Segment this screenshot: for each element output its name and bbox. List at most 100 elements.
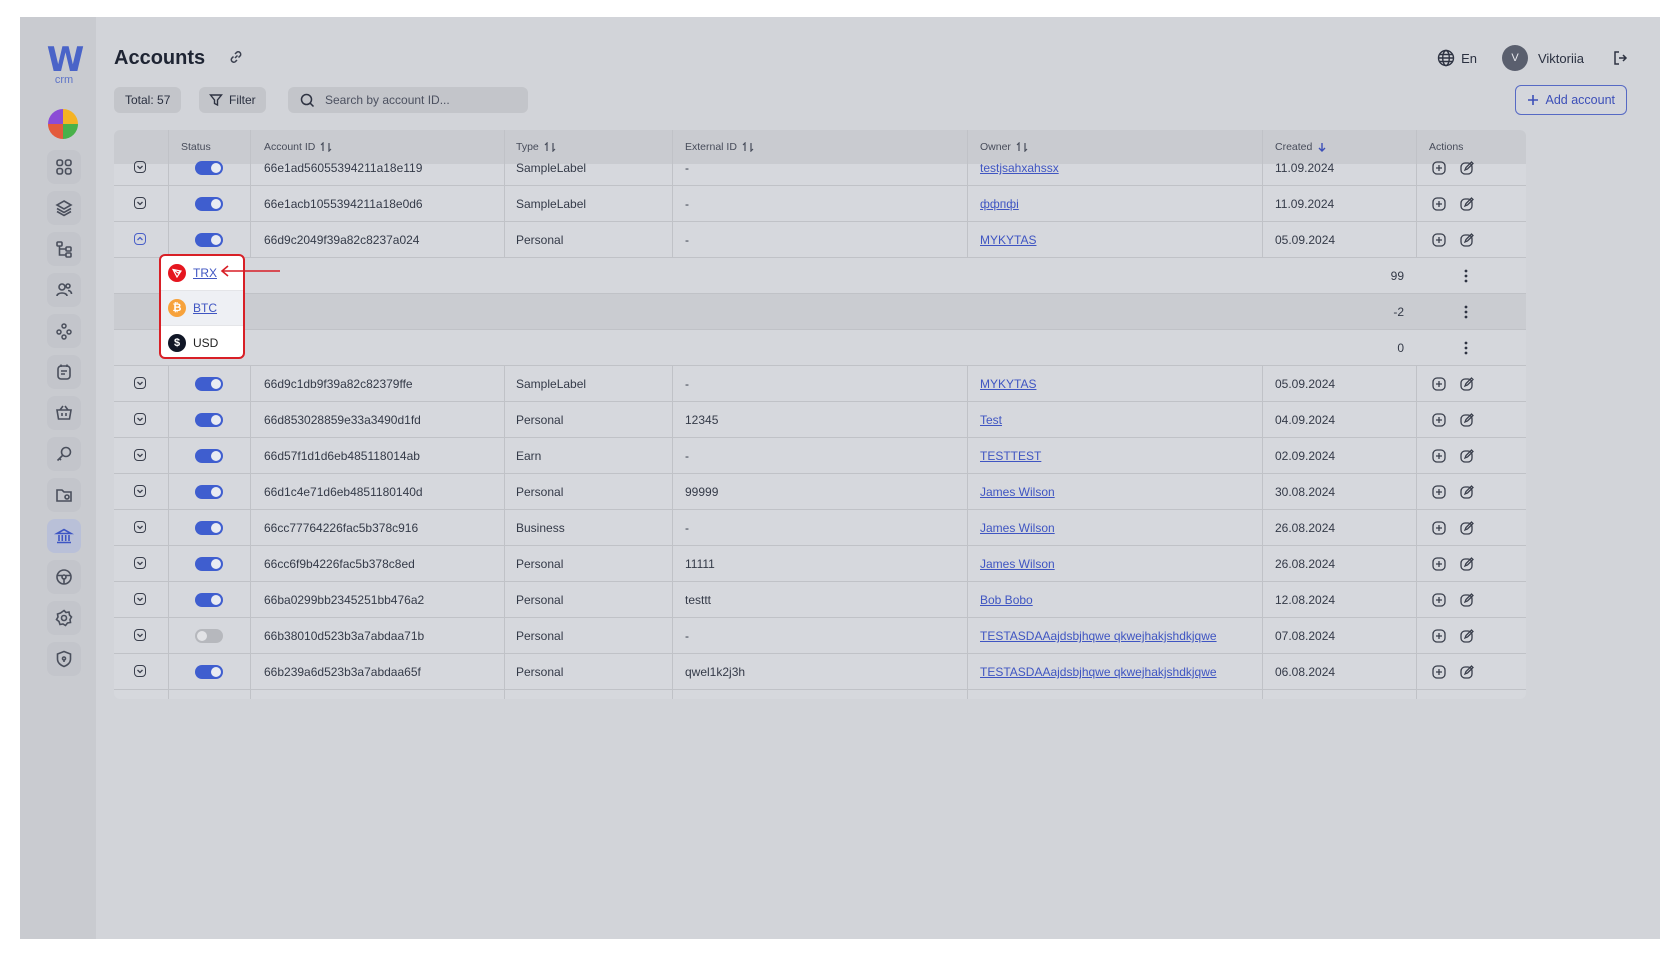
add-wallet-add-circle-icon[interactable] [1432,197,1446,211]
status-toggle[interactable] [195,197,223,211]
expand-row-chevron-down-icon[interactable] [134,593,146,605]
nav-notes-icon[interactable] [47,355,81,389]
owner-cell-link[interactable]: James Wilson [980,485,1055,499]
edit-account-edit-icon[interactable] [1460,665,1474,679]
nav-grid-icon[interactable] [47,150,81,184]
wallet-row: 0 [114,330,1526,366]
link-icon[interactable] [228,49,244,70]
btc-coin-icon: ₿ [168,299,186,317]
expand-row-chevron-down-icon[interactable] [134,161,146,173]
status-toggle[interactable] [195,413,223,427]
nav-steering-icon[interactable] [47,560,81,594]
owner-cell-link[interactable]: TESTASDAAajdsbjhqwe qkwejhakjshdkjqwe [980,629,1217,643]
status-toggle[interactable] [195,449,223,463]
wallet-item-usd[interactable]: $ USD [161,326,243,357]
edit-account-edit-icon[interactable] [1460,413,1474,427]
edit-account-edit-icon[interactable] [1460,521,1474,535]
status-toggle[interactable] [195,485,223,499]
status-toggle[interactable] [195,665,223,679]
nav-hierarchy-icon[interactable] [47,232,81,266]
owner-cell-link[interactable]: Bob Bobo [980,593,1033,607]
nav-key-icon[interactable] [47,437,81,471]
add-wallet-add-circle-icon[interactable] [1432,521,1446,535]
nav-basket-icon[interactable] [47,396,81,430]
owner-cell: TESTASDAAajdsbjhqwe qkwejhakjshdkjqwe [980,654,1258,690]
edit-account-edit-icon[interactable] [1460,233,1474,247]
external-id-cell: - [685,449,689,463]
expand-row-chevron-down-icon[interactable] [134,377,146,389]
expand-row-chevron-down-icon[interactable] [134,197,146,209]
nav-settings-icon[interactable] [47,601,81,635]
wallet-menu-kebab-icon[interactable] [1463,304,1469,320]
expand-row-chevron-down-icon[interactable] [134,449,146,461]
wallet-currency-link[interactable]: TRX [193,266,217,280]
logout-icon[interactable] [1612,50,1628,71]
created-cell: 05.09.2024 [1275,377,1336,391]
nav-users-icon[interactable] [47,273,81,307]
expand-row-chevron-down-icon[interactable] [134,485,146,497]
nav-shield-icon[interactable] [47,642,81,676]
add-wallet-add-circle-icon[interactable] [1432,233,1446,247]
table-row: 66e1ad56055394211a18e119 SampleLabel - test… [114,150,1526,186]
expand-row-chevron-down-icon[interactable] [134,665,146,677]
table-row: 66d1c4e71d6eb4851180140d Personal 99999 Jam… [114,474,1526,510]
wallet-item-btc[interactable]: ₿ BTC [161,291,243,326]
owner-cell-link[interactable]: ффпфі [980,197,1019,211]
edit-account-edit-icon[interactable] [1460,557,1474,571]
expand-row-chevron-down-icon[interactable] [134,557,146,569]
add-wallet-add-circle-icon[interactable] [1432,593,1446,607]
owner-cell-link[interactable]: TESTTEST [980,449,1041,463]
external-id-cell: - [685,197,689,211]
status-toggle[interactable] [195,593,223,607]
add-wallet-add-circle-icon[interactable] [1432,377,1446,391]
status-toggle[interactable] [195,521,223,535]
status-toggle[interactable] [195,161,223,175]
add-wallet-add-circle-icon[interactable] [1432,413,1446,427]
owner-cell-link[interactable]: TESTASDAAajdsbjhqwe qkwejhakjshdkjqwe [980,665,1217,679]
edit-account-edit-icon[interactable] [1460,377,1474,391]
status-toggle[interactable] [195,377,223,391]
add-wallet-add-circle-icon[interactable] [1432,485,1446,499]
wallet-menu-kebab-icon[interactable] [1463,268,1469,284]
status-toggle[interactable] [195,629,223,643]
add-wallet-add-circle-icon[interactable] [1432,665,1446,679]
edit-account-edit-icon[interactable] [1460,161,1474,175]
owner-cell-link[interactable]: Test [980,413,1002,427]
wallet-currency-link[interactable]: BTC [193,301,217,315]
owner-cell-link[interactable]: MYKYTAS [980,377,1036,391]
type-cell: Personal [516,233,564,247]
add-wallet-add-circle-icon[interactable] [1432,629,1446,643]
edit-account-edit-icon[interactable] [1460,593,1474,607]
owner-cell-link[interactable]: testjsahxahssx [980,161,1059,175]
expand-row-chevron-down-icon[interactable] [134,521,146,533]
owner-cell-link[interactable]: MYKYTAS [980,233,1036,247]
edit-account-edit-icon[interactable] [1460,629,1474,643]
dashboard-pie-icon[interactable] [48,109,78,139]
add-wallet-add-circle-icon[interactable] [1432,449,1446,463]
owner-cell-link[interactable]: James Wilson [980,557,1055,571]
filter-button[interactable]: Filter [199,87,266,113]
nav-groups-icon[interactable] [47,314,81,348]
owner-cell-link[interactable]: James Wilson [980,521,1055,535]
language-switcher[interactable]: En [1437,49,1477,67]
edit-account-edit-icon[interactable] [1460,485,1474,499]
add-wallet-add-circle-icon[interactable] [1432,161,1446,175]
nav-bank-icon[interactable] [47,519,81,553]
status-toggle[interactable] [195,557,223,571]
add-wallet-add-circle-icon[interactable] [1432,557,1446,571]
sidebar: W crm [20,17,96,939]
add-account-button[interactable]: Add account [1514,85,1627,115]
expand-row-chevron-down-icon[interactable] [134,413,146,425]
app-logo[interactable]: W crm [44,43,85,86]
table-row: 66d9c1db9f39a82c82379ffe SampleLabel - MYKY… [114,366,1526,402]
edit-account-edit-icon[interactable] [1460,449,1474,463]
collapse-row-chevron-up-icon[interactable] [134,233,146,245]
wallet-menu-kebab-icon[interactable] [1463,340,1469,356]
expand-row-chevron-down-icon[interactable] [134,629,146,641]
edit-account-edit-icon[interactable] [1460,197,1474,211]
nav-layers-icon[interactable] [47,191,81,225]
user-menu[interactable]: V Viktoriia [1501,45,1584,71]
nav-folder-icon[interactable] [47,478,81,512]
status-toggle[interactable] [195,233,223,247]
search-input[interactable] [323,92,527,108]
